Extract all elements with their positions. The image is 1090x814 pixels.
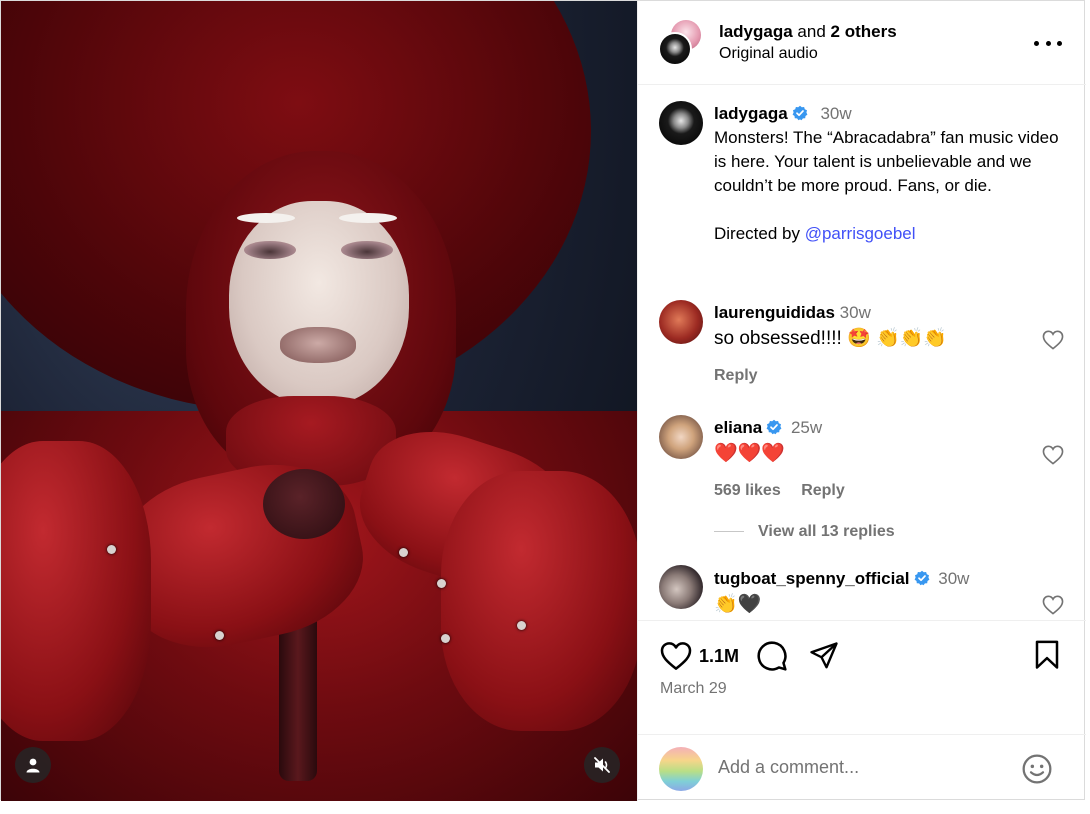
verified-badge-icon [766,419,782,435]
comment-input[interactable] [718,753,1008,781]
emoji-picker-icon[interactable] [1021,753,1053,785]
view-replies-label: View all 13 replies [758,523,895,540]
comment-item: laurenguididas 30w so obsessed!!!! 🤩 👏👏👏… [714,302,1034,385]
post-media-video[interactable] [1,1,637,801]
comment-username[interactable]: eliana [714,418,762,437]
other-collaborators-link[interactable]: 2 others [831,22,897,41]
media-face [229,201,409,406]
likes-count[interactable]: 1.1M [699,646,739,667]
authors-conjunction: and [792,22,831,41]
commenter-avatar[interactable] [659,565,703,609]
comment-item: eliana 25w ❤️❤️❤️ 569 likes Reply [714,417,1034,500]
commenter-avatar[interactable] [659,300,703,344]
dot-icon [1045,40,1051,46]
comment-bubble-icon[interactable] [756,640,788,672]
media-rivet [399,548,408,557]
more-options-button[interactable] [1034,31,1062,55]
media-brow [339,213,397,223]
add-comment-bar [638,734,1086,802]
like-comment-heart-icon[interactable] [1042,445,1064,465]
comment-username[interactable]: laurenguididas [714,303,835,322]
commenter-avatar[interactable] [659,415,703,459]
comment-username[interactable]: tugboat_spenny_official [714,569,910,588]
reply-button[interactable]: Reply [801,482,845,499]
comment-timestamp[interactable]: 25w [791,418,822,437]
media-microphone [263,469,345,539]
post-header: ladygaga and 2 others Original audio [638,1,1086,85]
comment-timestamp[interactable]: 30w [938,569,969,588]
post-card: ladygaga and 2 others Original audio lad… [0,0,1086,801]
comment-timestamp[interactable]: 30w [840,303,871,322]
comments-scroll-area[interactable]: ladygaga 30w Monsters! The “Abracadabra”… [638,86,1086,620]
caption-text: Monsters! The “Abracadabra” fan music vi… [714,126,1074,246]
speaker-muted-icon [594,757,610,773]
media-rivet [215,631,224,640]
post-authors: ladygaga and 2 others [719,21,897,43]
like-comment-heart-icon[interactable] [1042,330,1064,350]
save-bookmark-icon[interactable] [1034,640,1060,670]
caption-username[interactable]: ladygaga [714,104,788,123]
media-rivet [437,579,446,588]
share-paper-plane-icon[interactable] [809,641,839,671]
verified-badge-icon [792,105,808,121]
caption-timestamp[interactable]: 30w [820,104,851,123]
media-rivet [107,545,116,554]
media-brow [237,213,295,223]
like-heart-icon[interactable] [660,641,692,671]
comment-text: so obsessed!!!! 🤩 👏👏👏 [714,328,947,349]
current-user-avatar [659,747,703,791]
comment-text: 👏🖤 [714,594,762,615]
replies-divider [714,531,744,533]
media-lips [280,327,356,363]
like-comment-heart-icon[interactable] [1042,595,1064,615]
original-audio-link[interactable]: Original audio [719,44,818,64]
media-shoulder-left [1,441,151,741]
media-eye [341,241,393,259]
comment-likes-count[interactable]: 569 likes [714,482,781,499]
verified-badge-icon [914,570,929,586]
post-details-panel: ladygaga and 2 others Original audio lad… [637,1,1086,801]
dot-icon [1034,40,1039,46]
post-actions-footer: 1.1M March 29 [638,620,1086,801]
reply-button[interactable]: Reply [714,367,758,384]
user-icon [26,758,40,773]
post-caption: ladygaga 30w Monsters! The “Abracadabra”… [714,102,1074,246]
media-eye [244,241,296,259]
media-shoulder-right [441,471,637,731]
caption-author-avatar[interactable] [659,101,703,145]
comment-item: tugboat_spenny_official 30w 👏🖤 [714,568,1034,619]
author-username[interactable]: ladygaga [719,22,793,41]
audio-muted-button[interactable] [584,747,620,783]
post-date[interactable]: March 29 [660,680,727,698]
media-rivet [517,621,526,630]
comment-text: ❤️❤️❤️ [714,443,785,464]
view-replies-button[interactable]: View all 13 replies [714,523,895,541]
author-avatar[interactable] [658,32,692,66]
mention-link[interactable]: @parrisgoebel [805,224,916,243]
media-rivet [441,634,450,643]
tagged-users-button[interactable] [15,747,51,783]
dot-icon [1057,40,1062,46]
